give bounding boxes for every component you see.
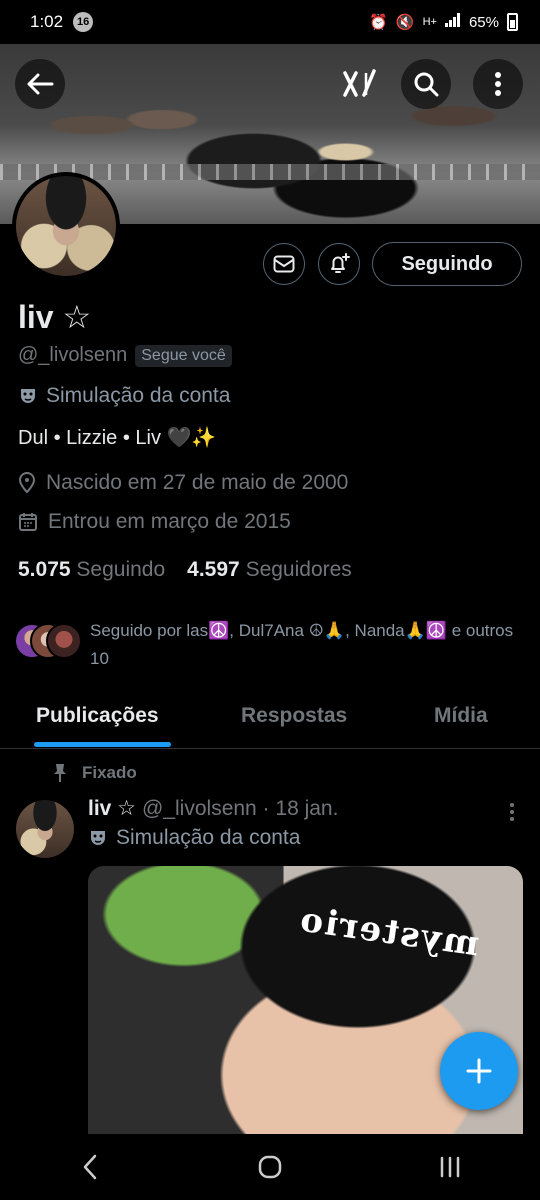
joined-label: Entrou em março de 2015 [48,510,291,533]
following-count: 5.075 [18,558,71,581]
more-vertical-icon [495,72,501,96]
back-button[interactable] [15,59,65,109]
account-type-row: Simulação da conta [18,384,230,408]
nav-recents-icon [440,1156,460,1178]
tab-replies[interactable]: Respostas [241,704,347,728]
post-account-type-row: Simulação da conta [88,826,300,850]
tab-media[interactable]: Mídia [434,704,488,728]
nav-back-button[interactable] [60,1147,120,1187]
nav-back-icon [83,1154,97,1180]
post-author-avatar[interactable] [16,800,74,858]
follows-you-badge: Segue você [135,344,232,367]
search-icon [414,72,439,97]
followed-by-text: Seguido por las☮️, Dul7Ana ☮🙏, Nanda🙏☮️ … [90,621,514,668]
active-tab-indicator [34,742,171,747]
more-options-button[interactable] [473,59,523,109]
mask-icon [21,389,35,403]
message-button[interactable] [263,243,305,285]
followers-count: 4.597 [187,558,240,581]
following-button[interactable]: Seguindo [372,242,522,286]
followed-by-avatars [14,623,82,659]
bell-plus-icon [331,253,350,273]
following-label: Seguindo [76,558,166,581]
followers-link[interactable]: 4.597 Seguidores [187,558,352,582]
handle-row: @_livolsenn Segue você [18,344,232,367]
search-button[interactable] [401,59,451,109]
follow-counts: 5.075 Seguindo 4.597 Seguidores [18,558,352,582]
post-header: liv ☆ @_livolsenn · 18 jan. [88,796,338,821]
system-navigation-bar [0,1134,540,1200]
followers-label: Seguidores [245,558,352,581]
status-bar: 1:02 16 ⏰ 🔇 H+ 65% [0,0,540,44]
profile-bio: Dul • Lizzie • Liv 🖤✨ [18,427,217,449]
joined-row: Entrou em março de 2015 [18,510,291,534]
pinned-indicator: Fixado [52,763,137,783]
grok-button[interactable] [336,62,382,106]
more-vertical-icon [510,803,514,821]
mute-icon: 🔇 [395,14,415,31]
back-arrow-icon [27,73,54,95]
pin-icon [54,764,66,782]
alarm-icon: ⏰ [369,14,388,31]
mask-icon [91,831,105,845]
grok-logo-icon [343,69,376,97]
profile-tabs: Publicações Respostas Mídia [0,690,540,749]
battery-percent: 65% [468,13,499,31]
following-link[interactable]: 5.075 Seguindo [18,558,165,582]
avatar [46,623,82,659]
nav-home-button[interactable] [240,1147,300,1187]
calendar-icon [19,513,37,531]
notifications-button[interactable] [318,243,360,285]
location-pin-icon [18,472,36,494]
battery-icon [507,13,518,31]
beanie-text: mysterio [296,899,482,965]
post-author-name[interactable]: liv ☆ [88,796,136,821]
signal-icon [444,13,461,31]
post-account-type-label: Simulação da conta [116,826,301,849]
profile-avatar[interactable] [12,172,120,280]
compose-button[interactable] [440,1032,518,1110]
tab-posts[interactable]: Publicações [36,704,159,728]
notification-count-badge: 16 [73,12,94,32]
mail-icon [273,255,295,273]
plus-icon [466,1058,492,1084]
followed-by-row[interactable]: Seguido por las☮️, Dul7Ana ☮🙏, Nanda🙏☮️ … [14,617,520,673]
pinned-label: Fixado [82,763,137,782]
post-author-meta: @_livolsenn · 18 jan. [142,797,339,820]
nav-home-icon [258,1155,282,1179]
profile-handle: @_livolsenn [18,344,128,366]
post-more-button[interactable] [502,800,522,824]
profile-name: liv ☆ [18,299,92,335]
status-time: 1:02 [30,12,64,31]
birth-date-row: Nascido em 27 de maio de 2000 [18,471,348,495]
network-type: H+ [422,16,437,28]
account-type-label: Simulação da conta [46,384,231,407]
birth-date-label: Nascido em 27 de maio de 2000 [46,471,349,494]
nav-recents-button[interactable] [420,1147,480,1187]
